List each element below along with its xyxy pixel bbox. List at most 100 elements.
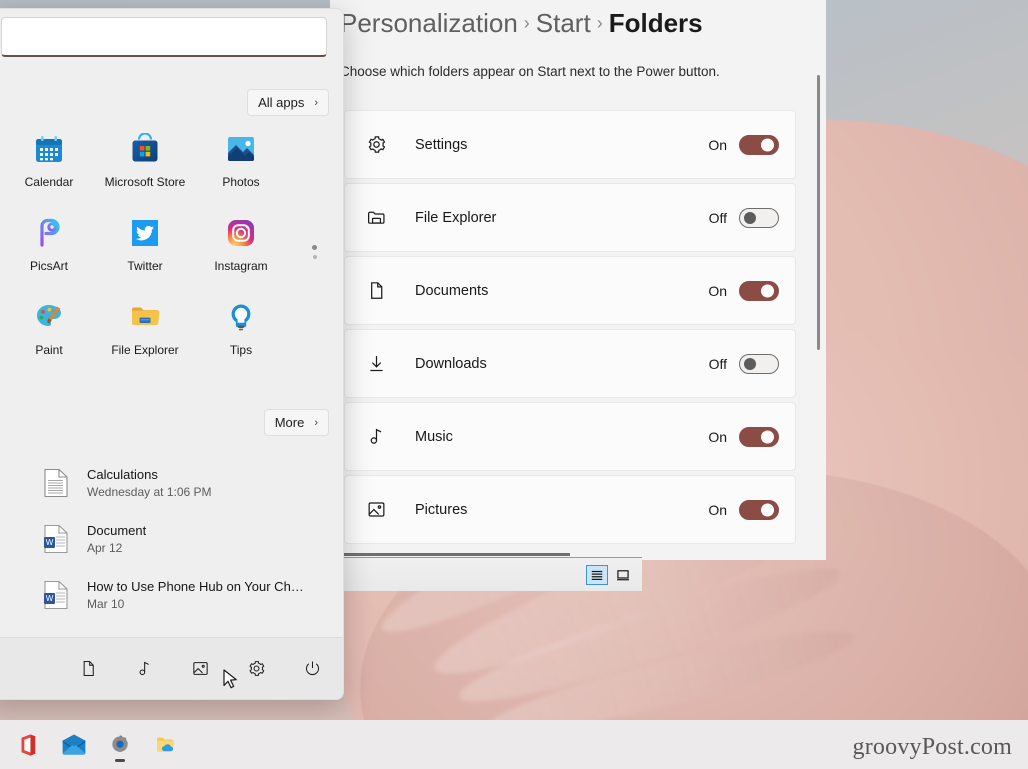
setting-row-settings[interactable]: Settings On <box>344 110 796 179</box>
pinned-app-label: PicsArt <box>29 259 68 273</box>
pinned-app-label: File Explorer <box>111 343 179 357</box>
page-dot-active[interactable] <box>312 245 317 250</box>
pinned-app-paint[interactable]: Paint <box>1 295 97 379</box>
power-button[interactable] <box>297 654 327 684</box>
download-icon <box>363 351 389 377</box>
pinned-page-indicator[interactable] <box>312 245 317 259</box>
document-icon <box>363 278 389 304</box>
toggle-settings[interactable] <box>739 134 779 155</box>
chevron-right-icon: › <box>314 416 318 429</box>
more-button[interactable]: More › <box>263 409 329 436</box>
recommended-list: Calculations Wednesday at 1:06 PM W Docu… <box>1 455 327 623</box>
picture-icon <box>363 497 389 523</box>
setting-label: Pictures <box>415 501 468 518</box>
search-input[interactable] <box>1 17 327 57</box>
breadcrumb-separator: › <box>523 13 530 33</box>
pinned-app-label: Tips <box>229 343 253 357</box>
breadcrumb-personalization[interactable]: Personalization <box>340 8 518 38</box>
pinned-app-twitter[interactable]: Twitter <box>97 211 193 295</box>
music-folder-button[interactable] <box>129 654 159 684</box>
page-dot[interactable] <box>312 255 317 259</box>
paint-icon <box>33 301 65 333</box>
screen: Personalization › Start › Folders Choose whi… <box>0 0 1028 769</box>
setting-row-music[interactable]: Music On <box>344 402 796 471</box>
setting-label: File Explorer <box>415 209 497 226</box>
toggle-file-explorer[interactable] <box>739 207 779 228</box>
office-icon[interactable] <box>10 727 46 763</box>
details-view-button[interactable] <box>586 564 608 585</box>
svg-text:W: W <box>46 594 54 603</box>
breadcrumb-folders: Folders <box>608 8 703 38</box>
pinned-app-tips[interactable]: Tips <box>193 295 289 379</box>
picsart-icon <box>33 217 65 249</box>
word-document-icon: W <box>43 580 71 610</box>
microsoft-store-icon <box>129 132 161 165</box>
twitter-icon <box>129 217 161 249</box>
more-label: More <box>274 415 305 430</box>
pinned-app-label: Instagram <box>214 259 268 273</box>
pinned-row: Calendar Microsoft Store Photos <box>1 127 313 211</box>
pinned-app-microsoft-store[interactable]: Microsoft Store <box>97 127 193 211</box>
setting-state: Off <box>708 209 727 226</box>
setting-state: On <box>708 136 727 153</box>
pictures-folder-button[interactable] <box>185 654 215 684</box>
pinned-app-instagram[interactable]: Instagram <box>193 211 289 295</box>
word-document-icon: W <box>43 524 71 554</box>
folder-icon <box>363 205 389 231</box>
explorer-status-bar <box>332 557 642 591</box>
svg-text:W: W <box>46 538 54 547</box>
pinned-app-picsart[interactable]: PicsArt <box>1 211 97 295</box>
watermark: groovyPost.com <box>852 734 1012 760</box>
all-apps-button[interactable]: All apps › <box>247 89 329 116</box>
toggle-music[interactable] <box>739 426 779 447</box>
list-item-title: Document <box>87 523 147 538</box>
all-apps-label: All apps <box>258 95 305 110</box>
text-document-icon <box>43 468 71 498</box>
list-item-subtitle: Mar 10 <box>87 597 125 611</box>
mail-icon[interactable] <box>56 727 92 763</box>
setting-row-pictures[interactable]: Pictures On <box>344 475 796 544</box>
setting-row-downloads[interactable]: Downloads Off <box>344 329 796 398</box>
list-item-subtitle: Apr 12 <box>87 541 123 555</box>
chevron-right-icon: › <box>314 96 318 109</box>
settings-scrollbar-thumb[interactable] <box>817 75 820 350</box>
setting-row-file-explorer[interactable]: File Explorer Off <box>344 183 796 252</box>
breadcrumb-start[interactable]: Start <box>536 8 591 38</box>
setting-state: On <box>708 282 727 299</box>
large-icons-view-button[interactable] <box>612 565 634 585</box>
setting-label: Music <box>415 428 453 445</box>
start-menu: All apps › Calendar Microsoft Store Phot… <box>0 8 344 700</box>
list-item[interactable]: W Document Apr 12 <box>1 511 327 567</box>
page-description: Choose which folders appear on Start nex… <box>340 64 720 79</box>
start-menu-footer <box>0 637 343 699</box>
setting-label: Documents <box>415 282 489 299</box>
music-note-icon <box>363 424 389 450</box>
breadcrumb[interactable]: Personalization › Start › Folders <box>340 8 703 39</box>
list-item[interactable]: W How to Use Phone Hub on Your Ch… Mar 1… <box>1 567 327 623</box>
tips-icon <box>225 301 257 333</box>
pinned-app-photos[interactable]: Photos <box>193 127 289 211</box>
onedrive-folder-icon[interactable] <box>148 727 184 763</box>
breadcrumb-separator: › <box>596 13 603 33</box>
list-item-title: How to Use Phone Hub on Your Ch… <box>87 579 304 594</box>
toggle-documents[interactable] <box>739 280 779 301</box>
pinned-app-label: Photos <box>222 175 260 189</box>
instagram-icon <box>225 217 257 249</box>
pinned-app-calendar[interactable]: Calendar <box>1 127 97 211</box>
settings-icon[interactable] <box>102 727 138 763</box>
pinned-app-label: Paint <box>35 343 63 357</box>
toggle-downloads[interactable] <box>739 353 779 374</box>
pinned-app-file-explorer[interactable]: File Explorer <box>97 295 193 379</box>
pinned-row: Paint File Explorer Tips <box>1 295 313 379</box>
setting-row-documents[interactable]: Documents On <box>344 256 796 325</box>
toggle-pictures[interactable] <box>739 499 779 520</box>
settings-button[interactable] <box>241 654 271 684</box>
documents-folder-button[interactable] <box>73 654 103 684</box>
list-item-subtitle: Wednesday at 1:06 PM <box>87 485 212 499</box>
list-item[interactable]: Calculations Wednesday at 1:06 PM <box>1 455 327 511</box>
setting-state: On <box>708 428 727 445</box>
file-explorer-icon <box>129 301 161 333</box>
calendar-icon <box>33 133 65 165</box>
pinned-apps-grid: Calendar Microsoft Store Photos PicsArt … <box>1 127 313 379</box>
list-item-title: Calculations <box>87 467 158 482</box>
